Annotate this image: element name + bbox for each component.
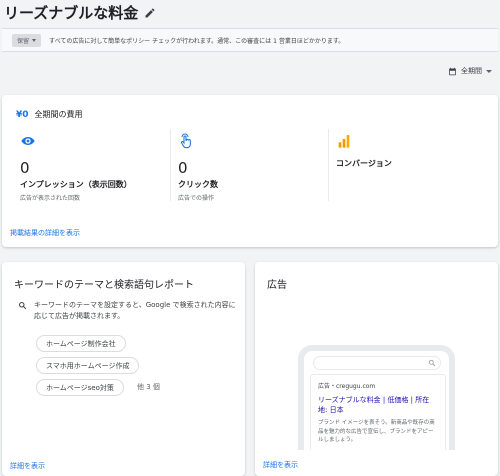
impressions-value: 0 — [20, 159, 30, 177]
clicks-metric: 0 クリック数 広告での操作 — [178, 133, 218, 205]
clicks-label: クリック数 — [178, 180, 218, 189]
more-keywords-count: 他 3 個 — [137, 383, 160, 391]
ad-description: ブランド イメージを表そう。新商品や既存の商品を魅力的な広告で宣伝し、ブランドを… — [318, 420, 435, 443]
eye-icon — [21, 137, 35, 145]
cost-label: 全期間の費用 — [34, 110, 83, 119]
clicks-value: 0 — [178, 159, 188, 177]
campaign-name: リーズナブルな料金 — [4, 4, 139, 22]
tap-hand-icon — [180, 133, 191, 149]
divider — [328, 129, 329, 201]
bar-chart-icon — [338, 135, 350, 148]
search-icon — [428, 359, 436, 367]
divider — [170, 129, 171, 201]
keyword-details-link[interactable]: 詳細を表示 — [10, 461, 45, 471]
dropdown-arrow-icon — [486, 69, 492, 73]
keyword-chip[interactable]: ホームページ制作会社 — [36, 335, 126, 352]
status-badge[interactable]: 保留 — [12, 33, 42, 47]
edit-pencil-icon[interactable] — [144, 7, 156, 19]
calendar-icon — [449, 67, 456, 75]
keyword-description: キーワードのテーマを設定すると、Google で検索された内容に応じて広告が掲載… — [18, 300, 238, 322]
phone-mockup: 広告・cregugu.com リーズナブルな料金 | 低価格 | 所在地: 日本… — [298, 345, 455, 450]
impressions-label: インプレッション（表示回数） — [20, 180, 132, 189]
cost-summary: ¥0 全期間の費用 — [16, 109, 83, 120]
date-range-label: 全期間 — [461, 67, 482, 75]
policy-notice-bar: 保留 すべての広告に対して簡単なポリシー チェックが行われます。通常、この審査に… — [2, 28, 498, 52]
ad-display-url: 広告・cregugu.com — [318, 383, 376, 390]
policy-notice-text: すべての広告に対して簡単なポリシー チェックが行われます。通常、この審査には 1… — [49, 37, 345, 45]
conversions-metric: 開始 コンバージョン — [336, 133, 392, 285]
keyword-chip[interactable]: ホームページseo対策 — [36, 379, 124, 396]
ad-headline: リーズナブルな料金 | 低価格 | 所在地: 日本 — [318, 396, 430, 414]
page-title: リーズナブルな料金 — [4, 2, 156, 23]
keyword-card-title: キーワードのテーマと検索語句レポート — [14, 280, 194, 291]
conversions-label: コンバージョン — [336, 159, 392, 168]
keyword-chip[interactable]: スマホ用ホームページ作成 — [36, 357, 140, 374]
ad-details-link[interactable]: 詳細を表示 — [263, 460, 298, 470]
ad-preview-card: 広告 広告・cregugu.com リーズナブルな料金 | 低価格 | 所在地:… — [255, 262, 498, 476]
search-icon — [19, 302, 27, 310]
clicks-sub: 広告での操作 — [178, 195, 215, 202]
performance-details-link[interactable]: 掲載結果の詳細を表示 — [10, 228, 80, 238]
ad-preview: 広告・cregugu.com リーズナブルな料金 | 低価格 | 所在地: 日本… — [310, 374, 446, 450]
dropdown-arrow-icon — [32, 38, 37, 42]
cost-value: ¥0 — [16, 110, 29, 120]
mock-search-bar — [314, 357, 440, 369]
stats-card: ¥0 全期間の費用 0 インプレッション（表示回数） 広告が表示された回数 0 … — [2, 95, 498, 285]
impressions-sub: 広告が表示された回数 — [20, 195, 81, 202]
keyword-description-text: キーワードのテーマを設定すると、Google で検索された内容に応じて広告が掲載… — [34, 301, 236, 320]
status-badge-label: 保留 — [17, 37, 30, 45]
impressions-metric: 0 インプレッション（表示回数） 広告が表示された回数 — [20, 133, 132, 205]
ad-card-title: 広告 — [267, 280, 287, 291]
date-range-selector[interactable]: 全期間 — [448, 66, 492, 76]
